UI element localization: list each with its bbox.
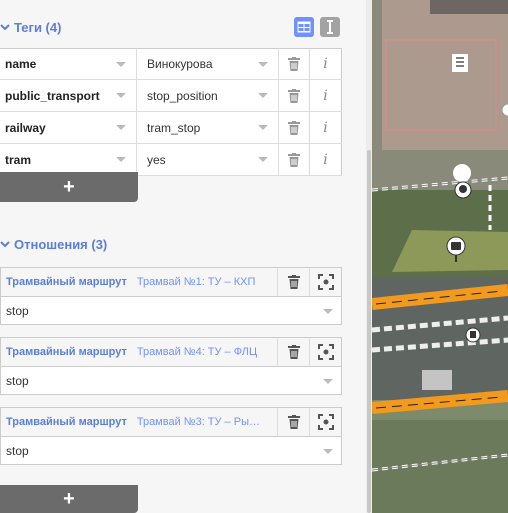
trash-icon	[287, 275, 300, 289]
combo-caret-icon	[258, 62, 268, 67]
relation-role-input[interactable]: stop	[0, 436, 342, 465]
combo-caret-icon	[116, 125, 126, 130]
remove-membership-button[interactable]	[277, 268, 309, 296]
delete-tag-button[interactable]	[279, 48, 310, 79]
tag-key-input[interactable]: railway	[0, 112, 137, 143]
tag-key-input[interactable]: name	[0, 48, 137, 79]
tags-section-title: Теги (4)	[14, 19, 62, 35]
building-area[interactable]	[382, 0, 508, 150]
relation-link[interactable]: Трамвайный маршрут Трамвай №3: ТУ – Ры…	[1, 408, 277, 436]
sidebar-scrollbar-thumb[interactable]	[367, 150, 371, 513]
relation-role-input[interactable]: stop	[0, 296, 342, 325]
relation-type: Трамвайный маршрут	[6, 346, 127, 358]
zoom-to-icon	[317, 414, 334, 430]
chevron-down-icon	[0, 237, 12, 252]
tag-value-input[interactable]: Винокурова	[137, 48, 279, 79]
building-poi-icon[interactable]	[452, 54, 468, 72]
tag-info-button[interactable]: i	[310, 80, 342, 111]
combo-caret-icon	[323, 449, 333, 454]
tag-info-button[interactable]: i	[310, 48, 342, 79]
trash-icon	[288, 57, 300, 71]
delete-tag-button[interactable]	[279, 112, 310, 143]
tag-info-button[interactable]: i	[310, 112, 342, 143]
tag-row: railway tram_stop i	[0, 112, 342, 144]
relations-section-title: Отношения (3)	[14, 236, 108, 252]
tag-key-input[interactable]: tram	[0, 144, 137, 175]
combo-caret-icon	[258, 93, 268, 98]
relation-name: Трамвай №1: ТУ – КХП	[136, 276, 256, 288]
relation-membership: Трамвайный маршрут Трамвай №3: ТУ – Ры… …	[0, 407, 342, 465]
trash-icon	[288, 152, 300, 167]
tag-info-button[interactable]: i	[310, 144, 342, 175]
tag-key-input[interactable]: public_transport	[0, 80, 137, 111]
combo-caret-icon	[323, 309, 333, 314]
relation-membership: Трамвайный маршрут Трамвай №4: ТУ – ФЛЦ …	[0, 337, 342, 395]
tag-value-input[interactable]: yes	[137, 144, 279, 175]
info-icon: i	[323, 87, 328, 104]
tag-row: name Винокурова i	[0, 48, 342, 80]
trash-icon	[287, 345, 300, 359]
combo-caret-icon	[116, 93, 126, 98]
zoom-to-icon	[317, 344, 334, 360]
info-icon: i	[323, 119, 328, 136]
tag-value-input[interactable]: tram_stop	[137, 112, 279, 143]
tram-stop-node[interactable]	[465, 327, 481, 343]
trash-icon	[288, 88, 300, 103]
combo-caret-icon	[116, 62, 126, 67]
delete-tag-button[interactable]	[279, 80, 310, 111]
tag-value-input[interactable]: stop_position	[137, 80, 279, 111]
tags-section-toggle[interactable]: Теги (4)	[0, 17, 61, 37]
relation-type: Трамвайный маршрут	[6, 416, 127, 428]
info-icon: i	[323, 151, 328, 168]
table-view-icon	[297, 21, 311, 33]
relation-name: Трамвай №4: ТУ – ФЛЦ	[136, 346, 258, 358]
relation-role-input[interactable]: stop	[0, 366, 342, 395]
relation-type: Трамвайный маршрут	[6, 276, 127, 288]
text-cursor-icon	[327, 20, 333, 34]
combo-caret-icon	[258, 157, 268, 162]
zoom-to-relation-button[interactable]	[309, 338, 341, 366]
zoom-to-relation-button[interactable]	[309, 408, 341, 436]
tag-row: public_transport stop_position i	[0, 80, 342, 112]
combo-caret-icon	[323, 379, 333, 384]
chevron-down-icon	[0, 20, 12, 35]
entity-editor-panel: Теги (4) name Винокурова i public_transp…	[0, 0, 372, 513]
table-view-button[interactable]	[294, 17, 314, 37]
relation-link[interactable]: Трамвайный маршрут Трамвай №4: ТУ – ФЛЦ	[1, 338, 277, 366]
relation-link[interactable]: Трамвайный маршрут Трамвай №1: ТУ – КХП	[1, 268, 277, 296]
map-view[interactable]	[372, 0, 508, 513]
relation-membership: Трамвайный маршрут Трамвай №1: ТУ – КХП …	[0, 267, 342, 325]
zoom-to-relation-button[interactable]	[309, 268, 341, 296]
relation-name: Трамвай №3: ТУ – Ры…	[136, 416, 260, 428]
trash-icon	[288, 120, 300, 135]
add-tag-button[interactable]: +	[0, 172, 138, 202]
remove-membership-button[interactable]	[277, 338, 309, 366]
add-relation-button[interactable]: +	[0, 485, 138, 513]
text-view-button[interactable]	[320, 17, 340, 37]
map-canvas	[372, 0, 508, 513]
zoom-to-icon	[317, 274, 334, 290]
combo-caret-icon	[258, 125, 268, 130]
combo-caret-icon	[116, 157, 126, 162]
remove-membership-button[interactable]	[277, 408, 309, 436]
tag-table: name Винокурова i public_transport stop_…	[0, 48, 342, 176]
trash-icon	[287, 415, 300, 429]
info-icon: i	[323, 56, 328, 72]
delete-tag-button[interactable]	[279, 144, 310, 175]
relations-section-toggle[interactable]: Отношения (3)	[0, 234, 107, 254]
